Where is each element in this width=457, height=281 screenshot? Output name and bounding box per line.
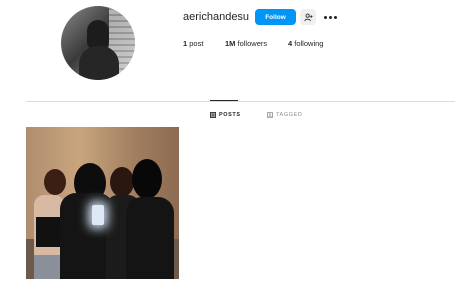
more-options-icon bbox=[323, 15, 337, 19]
tab-tagged[interactable]: TAGGED bbox=[267, 110, 302, 120]
followers-stat[interactable]: 1M followers bbox=[225, 39, 267, 48]
followers-count: 1M bbox=[225, 39, 236, 48]
posts-count: 1 bbox=[183, 39, 188, 48]
suggested-accounts-button[interactable] bbox=[300, 9, 316, 25]
active-tab-indicator bbox=[210, 100, 238, 101]
post-thumbnail[interactable] bbox=[26, 127, 179, 279]
photo-person-head bbox=[132, 159, 162, 199]
phone-flash bbox=[92, 205, 104, 225]
avatar-body bbox=[79, 46, 119, 80]
follow-button[interactable]: Follow bbox=[255, 9, 296, 25]
more-options-button[interactable] bbox=[323, 10, 337, 24]
tag-icon bbox=[267, 112, 273, 118]
following-label: following bbox=[294, 39, 324, 48]
posts-label: post bbox=[189, 39, 204, 48]
followers-label: followers bbox=[237, 39, 268, 48]
profile-avatar[interactable] bbox=[61, 6, 135, 80]
grid-icon bbox=[210, 112, 216, 118]
photo-person-head bbox=[110, 167, 134, 197]
posts-stat: 1 post bbox=[183, 39, 203, 48]
photo-person-body bbox=[126, 197, 174, 279]
tab-posts-label: POSTS bbox=[219, 112, 241, 118]
add-person-icon bbox=[303, 13, 313, 21]
photo-person-head bbox=[44, 169, 66, 195]
tab-posts[interactable]: POSTS bbox=[210, 110, 241, 120]
profile-username: aerichandesu bbox=[183, 11, 250, 23]
following-count: 4 bbox=[288, 39, 293, 48]
tab-tagged-label: TAGGED bbox=[276, 112, 303, 118]
following-stat[interactable]: 4 following bbox=[288, 39, 323, 48]
photo-person-top bbox=[36, 217, 62, 247]
profile-divider bbox=[26, 101, 455, 102]
